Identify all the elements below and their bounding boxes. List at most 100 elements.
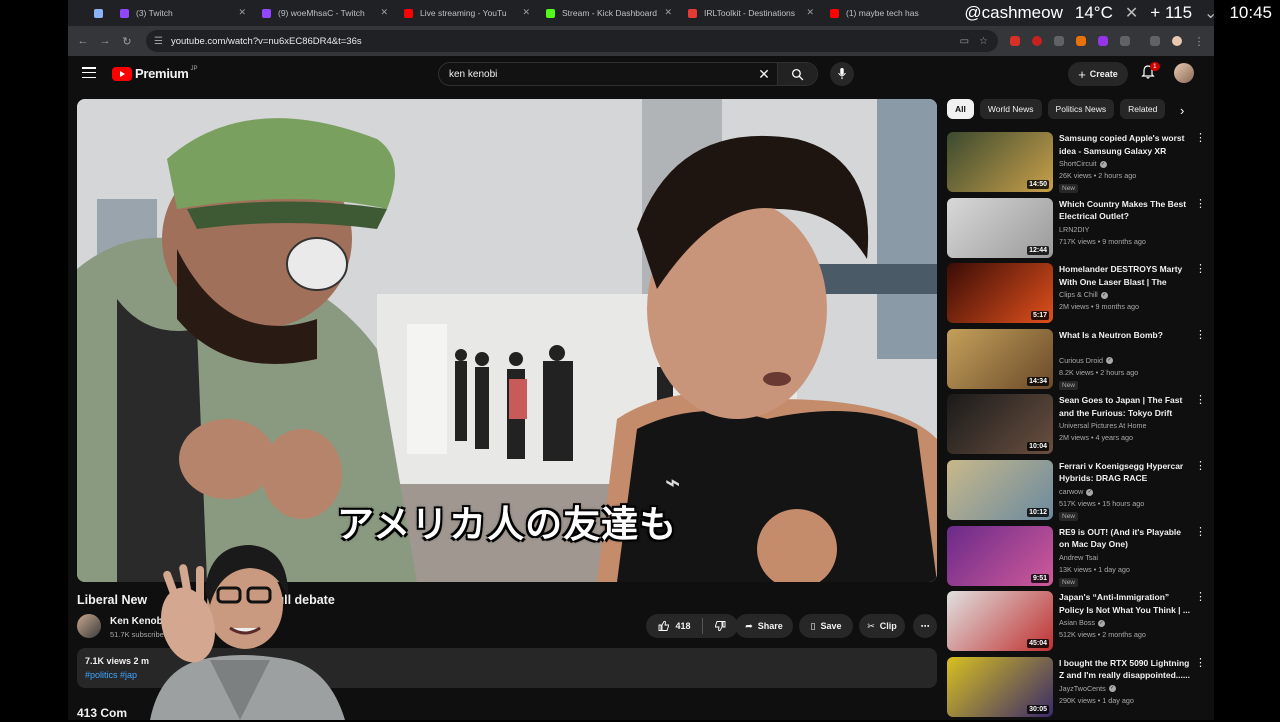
extension-icon[interactable] — [1010, 36, 1020, 46]
chevron-right-icon[interactable]: › — [1180, 103, 1184, 118]
bookmark-star-icon[interactable]: ☆ — [979, 36, 988, 47]
chip-all[interactable]: All — [947, 99, 974, 119]
recommendation-channel[interactable]: carwow ✓ — [1059, 487, 1094, 496]
video-thumbnail[interactable]: 10:12 — [947, 459, 1053, 520]
video-player[interactable]: ⌁ アメリカ人の友達も — [77, 99, 937, 582]
recommendation-item[interactable]: 10:12 Ferrari v Koenigsegg Hypercar Hybri… — [947, 459, 1209, 526]
share-button[interactable]: ➦ Share — [735, 614, 793, 638]
channel-avatar[interactable] — [77, 614, 101, 638]
puzzle-icon[interactable] — [1120, 36, 1130, 46]
more-vert-icon[interactable]: ⋮ — [1195, 395, 1206, 406]
video-thumbnail[interactable]: 10:04 — [947, 394, 1053, 455]
tab-irltoolkit[interactable]: IRLToolkit - Destinations ✕ — [680, 2, 822, 24]
recommendation-title[interactable]: Japan's “Anti-Immigration” Policy Is Not… — [1059, 591, 1191, 616]
like-count[interactable]: 418 — [675, 621, 690, 631]
recommendation-title[interactable]: Which Country Makes The Best Electrical … — [1059, 198, 1191, 223]
chip-politics-news[interactable]: Politics News — [1047, 99, 1115, 119]
recommendation-title[interactable]: RE9 is OUT! (And it's Playable on Mac Da… — [1059, 526, 1191, 551]
hamburger-menu-icon[interactable] — [82, 67, 96, 79]
recommendation-item[interactable]: 12:44 Which Country Makes The Best Electr… — [947, 197, 1209, 264]
recommendation-title[interactable]: Homelander DESTROYS Marty With One Laser… — [1059, 263, 1191, 289]
notifications-button[interactable]: 1 — [1140, 62, 1160, 84]
address-bar[interactable]: ☰ youtube.com/watch?v=nu6xEC86DR4&t=36s … — [146, 30, 998, 52]
more-vert-icon[interactable]: ⋮ — [1195, 526, 1206, 537]
save-button[interactable]: ▯ Save — [799, 614, 853, 638]
recommendation-title[interactable]: Ferrari v Koenigsegg Hypercar Hybrids: D… — [1059, 460, 1191, 485]
site-info-icon[interactable]: ☰ — [154, 36, 163, 47]
more-vert-icon[interactable]: ⋮ — [1195, 264, 1206, 275]
profile-icon[interactable] — [1172, 36, 1182, 46]
video-thumbnail[interactable]: 30:05 — [947, 656, 1053, 717]
close-tab-icon[interactable]: ✕ — [380, 7, 388, 18]
tab-twitch[interactable]: (3) Twitch ✕ — [112, 2, 254, 24]
tab-label: Live streaming - YouTu — [420, 8, 507, 18]
clip-button[interactable]: ✂ Clip — [859, 614, 905, 638]
url-text[interactable]: youtube.com/watch?v=nu6xEC86DR4&t=36s — [171, 36, 960, 47]
more-actions-button[interactable]: ⋯ — [913, 614, 937, 638]
recommendation-channel[interactable]: ShortCircuit ✓ — [1059, 159, 1107, 168]
thumbs-up-icon[interactable] — [658, 620, 670, 632]
more-vert-icon[interactable]: ⋮ — [1195, 460, 1206, 471]
clear-search-icon[interactable]: ✕ — [751, 66, 777, 83]
recommendation-channel[interactable]: Curious Droid ✓ — [1059, 356, 1113, 365]
extension-icon[interactable] — [1098, 36, 1108, 46]
recommendation-item[interactable]: 5:17 Homelander DESTROYS Marty With One L… — [947, 263, 1209, 329]
recommendation-title[interactable]: Samsung copied Apple's worst idea - Sams… — [1059, 132, 1191, 157]
recommendation-channel[interactable]: Asian Boss ✓ — [1059, 618, 1105, 627]
irltoolkit-icon — [688, 8, 697, 18]
recommendation-channel[interactable]: Andrew Tsai — [1059, 553, 1098, 562]
search-box[interactable]: ken kenobi ✕ — [438, 62, 818, 86]
forward-icon[interactable]: → — [94, 35, 116, 47]
recommendation-item[interactable]: 45:04 Japan's “Anti-Immigration” Policy I… — [947, 591, 1209, 657]
recommendation-item[interactable]: 10:04 Sean Goes to Japan | The Fast and t… — [947, 394, 1209, 460]
video-thumbnail[interactable]: 12:44 — [947, 197, 1053, 258]
video-thumbnail[interactable]: 5:17 — [947, 263, 1053, 324]
recommendation-item[interactable]: 14:50 Samsung copied Apple's worst idea -… — [947, 132, 1209, 198]
recommendation-item[interactable]: 30:05 I bought the RTX 5090 Lightning Z a… — [947, 656, 1209, 722]
voice-search-button[interactable] — [830, 62, 854, 86]
video-thumbnail[interactable]: 45:04 — [947, 591, 1053, 652]
close-tab-icon[interactable]: ✕ — [238, 7, 246, 18]
tab-youtube[interactable]: (1) maybe tech has — [822, 2, 964, 24]
youtube-logo[interactable]: Premium JP — [112, 66, 198, 81]
extension-icon[interactable] — [1032, 36, 1042, 46]
close-tab-icon[interactable]: ✕ — [664, 7, 672, 18]
more-vert-icon[interactable]: ⋮ — [1195, 133, 1206, 144]
tab-youtube-live[interactable]: Live streaming - YouTu ✕ — [396, 2, 538, 24]
chip-world-news[interactable]: World News — [979, 99, 1042, 119]
create-button[interactable]: + Create — [1068, 62, 1128, 86]
chip-related[interactable]: Related — [1120, 99, 1166, 119]
account-avatar[interactable] — [1174, 63, 1194, 83]
video-thumbnail[interactable]: 14:34 — [947, 328, 1053, 389]
recommendation-channel[interactable]: Clips & Chill ✓ — [1059, 290, 1108, 299]
video-thumbnail[interactable]: 14:50 — [947, 132, 1053, 192]
reading-list-icon[interactable] — [1150, 36, 1160, 46]
tab-pinned[interactable] — [86, 2, 112, 24]
back-icon[interactable]: ← — [72, 35, 94, 47]
cast-icon[interactable]: ▭ — [960, 36, 969, 47]
recommendation-channel[interactable]: JayzTwoCents ✓ — [1059, 684, 1116, 693]
extension-icon[interactable] — [1076, 36, 1086, 46]
search-button[interactable] — [777, 63, 817, 85]
more-vert-icon[interactable]: ⋮ — [1195, 198, 1206, 209]
more-vert-icon[interactable]: ⋮ — [1195, 592, 1206, 603]
recommendation-channel[interactable]: Universal Pictures At Home — [1059, 421, 1146, 430]
thumbs-down-icon[interactable] — [714, 620, 726, 632]
recommendation-item[interactable]: 14:34 What Is a Neutron Bomb? Curious Droi… — [947, 328, 1209, 395]
tab-twitch-woe[interactable]: (9) woeMhsaC - Twitch ✕ — [254, 2, 396, 24]
search-input[interactable]: ken kenobi — [439, 69, 751, 80]
recommendation-item[interactable]: 9:51 RE9 is OUT! (And it's Playable on Ma… — [947, 525, 1209, 592]
extension-icon[interactable] — [1054, 36, 1064, 46]
tab-kick[interactable]: Stream - Kick Dashboard ✕ — [538, 2, 680, 24]
recommendation-channel[interactable]: LRN2DIY — [1059, 225, 1089, 234]
more-vert-icon[interactable]: ⋮ — [1195, 657, 1206, 668]
reload-icon[interactable]: ↻ — [116, 35, 138, 48]
menu-kebab-icon[interactable]: ⋮ — [1188, 35, 1210, 48]
close-tab-icon[interactable]: ✕ — [806, 7, 814, 18]
close-tab-icon[interactable]: ✕ — [522, 7, 530, 18]
video-thumbnail[interactable]: 9:51 — [947, 525, 1053, 586]
recommendation-title[interactable]: Sean Goes to Japan | The Fast and the Fu… — [1059, 394, 1191, 419]
more-vert-icon[interactable]: ⋮ — [1195, 329, 1206, 340]
recommendation-title[interactable]: I bought the RTX 5090 Lightning Z and I'… — [1059, 657, 1191, 682]
recommendation-title[interactable]: What Is a Neutron Bomb? — [1059, 329, 1191, 342]
